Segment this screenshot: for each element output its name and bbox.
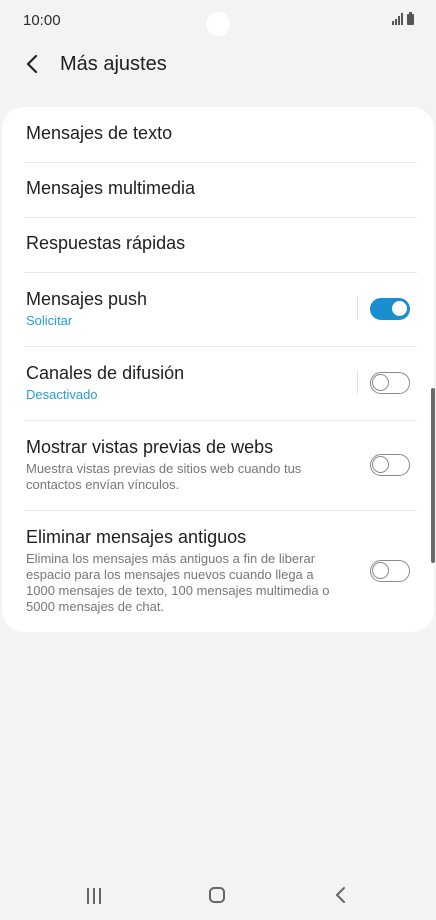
front-camera (206, 12, 230, 36)
setting-multimedia-messages[interactable]: Mensajes multimedia (26, 178, 416, 199)
divider (24, 162, 417, 163)
nav-back-icon[interactable] (333, 885, 349, 905)
divider (24, 272, 417, 273)
settings-card: Mensajes de texto Mensajes multimedia Re… (2, 107, 434, 632)
navigation-bar (0, 866, 436, 920)
divider (24, 510, 417, 511)
toggle-knob (372, 562, 389, 579)
divider (24, 346, 417, 347)
app-bar: Más ajustes (0, 44, 436, 88)
web-previews-toggle[interactable] (370, 454, 410, 476)
divider (24, 420, 417, 421)
toggle-knob (372, 374, 389, 391)
system-icons (392, 12, 414, 25)
recent-apps-icon[interactable] (87, 888, 105, 904)
setting-delete-old-messages[interactable]: Eliminar mensajes antiguos Elimina los m… (26, 527, 416, 615)
broadcast-channels-toggle[interactable] (370, 372, 410, 394)
push-messages-toggle[interactable] (370, 298, 410, 320)
setting-quick-responses[interactable]: Respuestas rápidas (26, 233, 416, 254)
setting-label: Respuestas rápidas (26, 233, 186, 253)
page-title: Más ajustes (60, 53, 167, 75)
separator (357, 296, 358, 320)
setting-text-messages[interactable]: Mensajes de texto (26, 123, 416, 144)
setting-description: Elimina los mensajes más antiguos a fin … (26, 551, 330, 614)
scroll-indicator[interactable] (431, 388, 435, 563)
toggle-knob (390, 299, 409, 318)
setting-label: Eliminar mensajes antiguos (26, 527, 247, 547)
setting-web-previews[interactable]: Mostrar vistas previas de webs Muestra v… (26, 437, 416, 493)
status-bar: 10:00 (0, 0, 436, 44)
home-icon[interactable] (209, 887, 225, 903)
battery-icon (407, 12, 414, 25)
setting-label: Mostrar vistas previas de webs (26, 437, 274, 457)
toggle-knob (372, 456, 389, 473)
back-arrow-icon (26, 54, 38, 74)
setting-label: Mensajes de texto (26, 123, 173, 143)
separator (357, 370, 358, 394)
divider (24, 217, 417, 218)
signal-icon (392, 13, 403, 25)
status-time: 10:00 (23, 12, 61, 29)
setting-label: Mensajes multimedia (26, 178, 196, 198)
setting-description: Muestra vistas previas de sitios web cua… (26, 461, 302, 492)
back-button[interactable] (20, 50, 48, 78)
delete-old-messages-toggle[interactable] (370, 560, 410, 582)
